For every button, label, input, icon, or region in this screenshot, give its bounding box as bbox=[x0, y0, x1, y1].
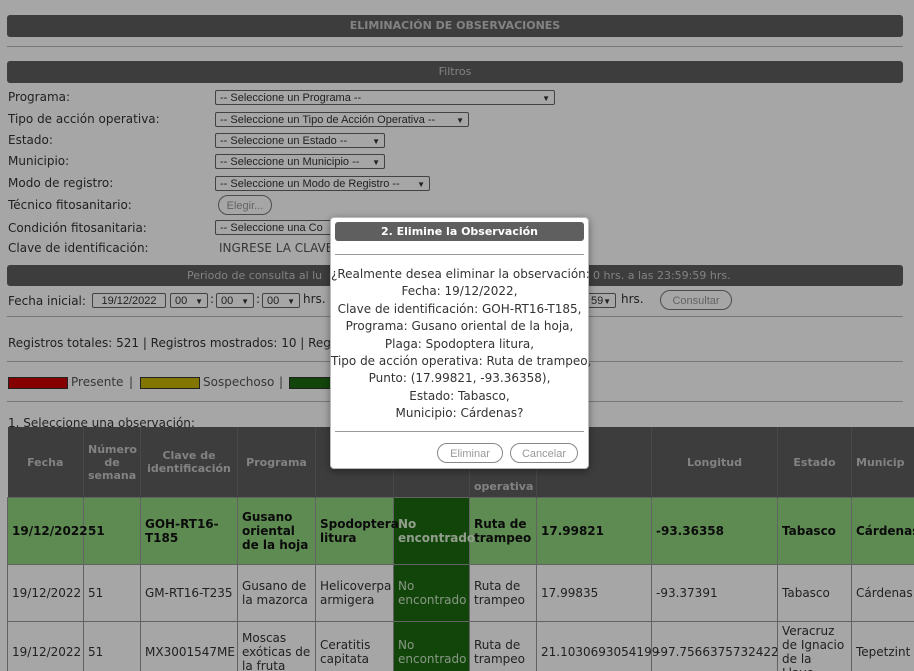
page: ELIMINACIÓN DE OBSERVACIONES Filtros Pro… bbox=[0, 0, 914, 671]
cancelar-button[interactable]: Cancelar bbox=[510, 443, 578, 463]
delete-confirmation-dialog: 2. Elimine la Observación ¿Realmente des… bbox=[330, 217, 592, 469]
dialog-message: ¿Realmente desea eliminar la observación… bbox=[331, 267, 592, 421]
divider bbox=[335, 431, 584, 432]
divider bbox=[335, 254, 584, 255]
eliminar-button[interactable]: Eliminar bbox=[437, 443, 503, 463]
dialog-title: 2. Elimine la Observación bbox=[335, 222, 584, 241]
